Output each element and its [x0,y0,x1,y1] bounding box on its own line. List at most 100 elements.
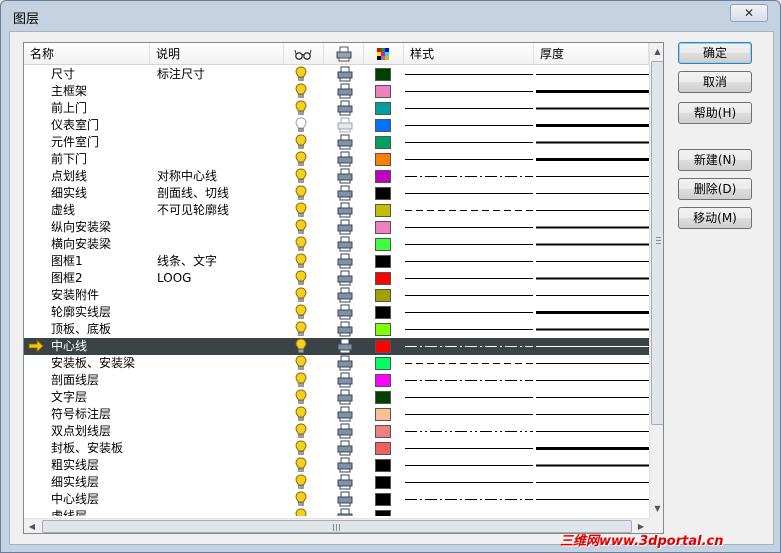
lightbulb-on-icon[interactable] [295,83,311,100]
linestyle-preview[interactable] [405,66,533,83]
layer-name[interactable]: 剖面线层 [51,372,156,389]
thickness-preview[interactable] [536,389,649,406]
lightbulb-on-icon[interactable] [295,100,311,117]
linestyle-preview[interactable] [405,219,533,236]
linestyle-preview[interactable] [405,185,533,202]
layer-color-swatch[interactable] [375,425,391,438]
layer-color-swatch[interactable] [375,357,391,370]
linestyle-preview[interactable] [405,100,533,117]
thickness-preview[interactable] [536,270,649,287]
printer-icon[interactable] [336,355,354,372]
thickness-preview[interactable] [536,168,649,185]
lightbulb-on-icon[interactable] [295,406,311,423]
lightbulb-on-icon[interactable] [295,389,311,406]
linestyle-preview[interactable] [405,287,533,304]
printer-icon[interactable] [336,83,354,100]
help-button[interactable]: 帮助(H) [678,102,752,124]
layer-color-swatch[interactable] [375,476,391,489]
thickness-preview[interactable] [536,151,649,168]
layer-color-swatch[interactable] [375,238,391,251]
layer-color-swatch[interactable] [375,374,391,387]
lightbulb-on-icon[interactable] [295,134,311,151]
linestyle-preview[interactable] [405,151,533,168]
layer-row[interactable]: 文字层 [24,389,649,406]
layer-row[interactable]: 点划线 对称中心线 [24,168,649,185]
layer-color-swatch[interactable] [375,187,391,200]
thickness-preview[interactable] [536,100,649,117]
lightbulb-on-icon[interactable] [295,508,311,516]
lightbulb-on-icon[interactable] [295,287,311,304]
layer-color-swatch[interactable] [375,442,391,455]
column-header-linestyle[interactable]: 样式 [404,43,534,65]
thickness-preview[interactable] [536,508,649,516]
thickness-preview[interactable] [536,253,649,270]
cancel-button[interactable]: 取消 [678,71,752,93]
linestyle-preview[interactable] [405,474,533,491]
printer-icon[interactable] [336,66,354,83]
printer-icon[interactable] [336,474,354,491]
layer-name[interactable]: 虚线层 [51,508,156,516]
layer-color-swatch[interactable] [375,204,391,217]
thickness-preview[interactable] [536,304,649,321]
linestyle-preview[interactable] [405,423,533,440]
layer-color-swatch[interactable] [375,85,391,98]
printer-icon[interactable] [336,100,354,117]
printer-icon[interactable] [336,270,354,287]
printer-disabled-icon[interactable] [336,117,354,134]
layer-name[interactable]: 前下门 [51,151,156,168]
linestyle-preview[interactable] [405,508,533,516]
printer-icon[interactable] [336,219,354,236]
linestyle-preview[interactable] [405,389,533,406]
layer-row[interactable]: 剖面线层 [24,372,649,389]
layer-color-swatch[interactable] [375,340,391,353]
linestyle-preview[interactable] [405,338,533,355]
layer-color-swatch[interactable] [375,170,391,183]
layer-color-swatch[interactable] [375,119,391,132]
lightbulb-on-icon[interactable] [295,304,311,321]
lightbulb-on-icon[interactable] [295,236,311,253]
linestyle-preview[interactable] [405,202,533,219]
horizontal-scrollbar[interactable]: ◀ ▶ [24,518,649,533]
layer-row[interactable]: 元件室门 [24,134,649,151]
column-header-visibility[interactable] [284,43,324,65]
scroll-left-icon[interactable]: ◀ [24,519,40,533]
thickness-preview[interactable] [536,66,649,83]
layer-color-swatch[interactable] [375,408,391,421]
printer-icon[interactable] [336,321,354,338]
layer-row[interactable]: 细实线层 [24,474,649,491]
printer-icon[interactable] [336,457,354,474]
layer-row[interactable]: 粗实线层 [24,457,649,474]
layer-row[interactable]: 尺寸 标注尺寸 [24,66,649,83]
layer-row[interactable]: 符号标注层 [24,406,649,423]
layer-row[interactable]: 虚线层 [24,508,649,516]
linestyle-preview[interactable] [405,304,533,321]
move-layer-button[interactable]: 移动(M) [678,207,752,229]
thickness-preview[interactable] [536,236,649,253]
layer-color-swatch[interactable] [375,272,391,285]
layer-name[interactable]: 虚线 [51,202,156,219]
layer-color-swatch[interactable] [375,391,391,404]
lightbulb-on-icon[interactable] [295,253,311,270]
lightbulb-off-icon[interactable] [295,117,311,134]
layer-name[interactable]: 中心线 [51,338,156,355]
layer-row[interactable]: 虚线 不可见轮廓线 [24,202,649,219]
thickness-preview[interactable] [536,287,649,304]
layer-name[interactable]: 安装附件 [51,287,156,304]
layer-name[interactable]: 中心线层 [51,491,156,508]
layer-name[interactable]: 元件室门 [51,134,156,151]
layer-row[interactable]: 中心线层 [24,491,649,508]
printer-icon[interactable] [336,389,354,406]
printer-icon[interactable] [336,202,354,219]
printer-icon[interactable] [336,423,354,440]
linestyle-preview[interactable] [405,406,533,423]
close-button[interactable]: ✕ [730,4,768,22]
lightbulb-on-icon[interactable] [295,423,311,440]
layer-color-swatch[interactable] [375,289,391,302]
thickness-preview[interactable] [536,321,649,338]
linestyle-preview[interactable] [405,321,533,338]
lightbulb-on-icon[interactable] [295,66,311,83]
layer-name[interactable]: 双点划线层 [51,423,156,440]
lightbulb-on-icon[interactable] [295,202,311,219]
layer-name[interactable]: 符号标注层 [51,406,156,423]
vertical-scrollbar[interactable]: ▲ ▼ [649,43,663,518]
